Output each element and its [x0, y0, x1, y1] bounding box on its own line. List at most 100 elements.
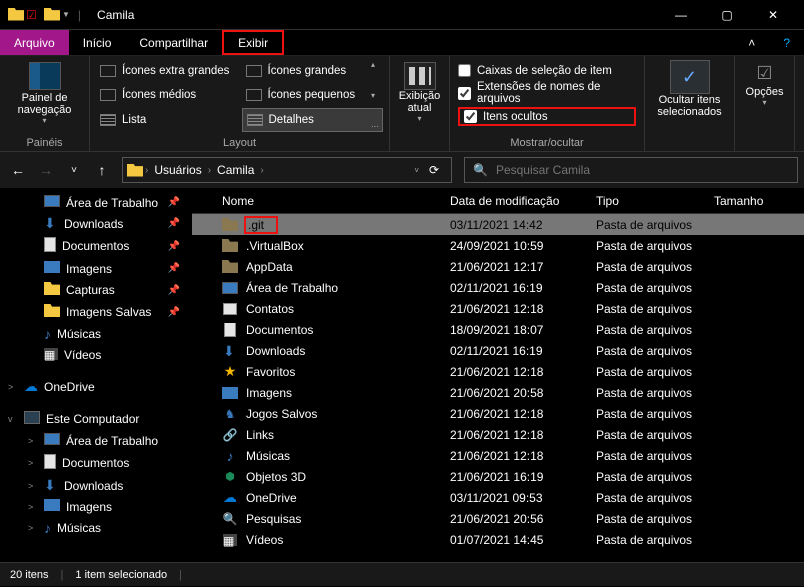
chevron-right-icon[interactable]: ›: [208, 165, 211, 176]
expand-icon[interactable]: >: [28, 481, 33, 491]
tree-item[interactable]: Capturas📌: [0, 279, 192, 301]
layout-option[interactable]: Ícones pequenos: [242, 84, 384, 106]
options-icon: ☑: [751, 60, 779, 86]
tree-icon: [44, 499, 60, 514]
tree-item[interactable]: Área de Trabalho📌: [0, 192, 192, 213]
minimize-button[interactable]: —: [658, 0, 704, 30]
file-row[interactable]: Área de Trabalho02/11/2021 16:19Pasta de…: [192, 277, 804, 298]
tree-item[interactable]: >⬇Downloads: [0, 475, 192, 496]
tree-item[interactable]: >☁OneDrive: [0, 375, 192, 398]
file-icon: [222, 239, 238, 253]
file-name: OneDrive: [246, 491, 297, 505]
chevron-down-icon[interactable]: ▾: [762, 98, 766, 107]
refresh-button[interactable]: ⟳: [421, 163, 447, 177]
tree-label: Imagens: [66, 262, 112, 276]
tree-label: Músicas: [57, 327, 101, 341]
tree-item[interactable]: ▦Vídeos: [0, 345, 192, 365]
column-header-type[interactable]: Tipo: [590, 194, 708, 208]
file-icon: 🔗: [222, 428, 238, 442]
file-row[interactable]: ♞Jogos Salvos21/06/2021 12:18Pasta de ar…: [192, 403, 804, 424]
history-dropdown[interactable]: ˅: [62, 158, 86, 182]
back-button[interactable]: ←: [6, 158, 30, 182]
expand-icon[interactable]: >: [28, 436, 33, 446]
file-row[interactable]: 🔗Links21/06/2021 12:18Pasta de arquivos: [192, 424, 804, 445]
layout-option[interactable]: Ícones extra grandes: [96, 60, 238, 82]
search-input[interactable]: [496, 163, 789, 177]
tree-item[interactable]: Imagens📌: [0, 258, 192, 279]
chevron-right-icon[interactable]: ›: [260, 165, 263, 176]
expand-icon[interactable]: >: [28, 502, 33, 512]
hide-selected-button[interactable]: Ocultar itens selecionados: [653, 94, 726, 118]
search-box[interactable]: 🔍: [464, 157, 798, 183]
breadcrumb[interactable]: › Usuários › Camila › ˅ ⟳: [122, 157, 452, 183]
tree-item[interactable]: ⬇Downloads📌: [0, 213, 192, 234]
checkbox-label: Caixas de seleção de item: [477, 65, 612, 77]
tree-label: Imagens Salvas: [66, 305, 151, 319]
layout-option[interactable]: Lista: [96, 108, 238, 132]
expand-icon[interactable]: >: [28, 523, 33, 533]
column-header-size[interactable]: Tamanho: [708, 194, 788, 208]
file-row[interactable]: ☁OneDrive03/11/2021 09:53Pasta de arquiv…: [192, 487, 804, 508]
file-row[interactable]: 🔍Pesquisas21/06/2021 20:56Pasta de arqui…: [192, 508, 804, 529]
file-row[interactable]: ★Favoritos21/06/2021 12:18Pasta de arqui…: [192, 361, 804, 382]
search-icon: 🔍: [473, 163, 488, 177]
file-row[interactable]: ⬢Objetos 3D21/06/2021 16:19Pasta de arqu…: [192, 466, 804, 487]
expand-icon[interactable]: v: [8, 414, 13, 424]
file-row[interactable]: .git03/11/2021 14:42Pasta de arquivos: [192, 214, 804, 235]
checkbox-hidden-items[interactable]: Itens ocultos: [458, 107, 636, 126]
forward-button[interactable]: →: [34, 158, 58, 182]
current-view-button[interactable]: Exibição atual: [398, 90, 441, 114]
layout-scroll[interactable]: ▴▾⋯: [371, 60, 385, 131]
close-button[interactable]: ✕: [750, 0, 796, 30]
breadcrumb-segment[interactable]: Usuários: [150, 163, 205, 177]
tab-exibir[interactable]: Exibir: [222, 30, 284, 55]
chevron-down-icon[interactable]: ▾: [42, 116, 46, 125]
checkbox-file-extensions[interactable]: Extensões de nomes de arquivos: [458, 79, 636, 107]
checkbox-item-checkboxes[interactable]: Caixas de seleção de item: [458, 62, 636, 79]
tab-inicio[interactable]: Início: [69, 30, 126, 55]
expand-icon[interactable]: >: [8, 382, 13, 392]
expand-icon[interactable]: >: [28, 458, 33, 468]
file-date: 02/11/2021 16:19: [444, 281, 590, 295]
file-name: AppData: [246, 260, 293, 274]
tree-item[interactable]: ♪Músicas: [0, 323, 192, 345]
column-header-name[interactable]: Nome: [216, 194, 444, 208]
tree-item[interactable]: >Documentos: [0, 451, 192, 475]
tree-item[interactable]: vEste Computador: [0, 408, 192, 430]
layout-option[interactable]: Ícones grandes: [242, 60, 384, 82]
file-icon: ☁: [222, 491, 238, 505]
tree-item[interactable]: Imagens Salvas📌: [0, 301, 192, 323]
file-row[interactable]: .VirtualBox24/09/2021 10:59Pasta de arqu…: [192, 235, 804, 256]
options-button[interactable]: Opções: [746, 86, 784, 98]
help-button[interactable]: ?: [769, 36, 804, 50]
column-header-date[interactable]: Data de modificação: [444, 194, 590, 208]
tree-item[interactable]: >Imagens: [0, 496, 192, 517]
file-row[interactable]: ⬇Downloads02/11/2021 16:19Pasta de arqui…: [192, 340, 804, 361]
chevron-right-icon[interactable]: ›: [145, 165, 148, 176]
file-row[interactable]: Contatos21/06/2021 12:18Pasta de arquivo…: [192, 298, 804, 319]
qat-dropdown-icon[interactable]: ▼: [62, 10, 70, 19]
file-row[interactable]: ▦Vídeos01/07/2021 14:45Pasta de arquivos: [192, 529, 804, 550]
layout-option[interactable]: Detalhes: [242, 108, 384, 132]
properties-icon[interactable]: ☑: [26, 8, 40, 22]
breadcrumb-segment[interactable]: Camila: [213, 163, 258, 177]
tab-compartilhar[interactable]: Compartilhar: [125, 30, 222, 55]
breadcrumb-dropdown[interactable]: ˅: [414, 166, 419, 175]
layout-option[interactable]: Ícones médios: [96, 84, 238, 106]
tree-item[interactable]: >Área de Trabalho: [0, 430, 192, 451]
tab-arquivo[interactable]: Arquivo: [0, 30, 69, 55]
file-row[interactable]: Imagens21/06/2021 20:58Pasta de arquivos: [192, 382, 804, 403]
navigation-tree[interactable]: Área de Trabalho📌⬇Downloads📌Documentos📌I…: [0, 188, 192, 562]
file-row[interactable]: AppData21/06/2021 12:17Pasta de arquivos: [192, 256, 804, 277]
tree-item[interactable]: Documentos📌: [0, 234, 192, 258]
up-button[interactable]: ↑: [90, 158, 114, 182]
file-icon: ★: [222, 365, 238, 379]
tree-icon: [44, 433, 60, 448]
collapse-ribbon-button[interactable]: ˄: [734, 36, 769, 50]
navigation-pane-button[interactable]: Painel de navegação: [8, 92, 81, 116]
file-row[interactable]: Documentos18/09/2021 18:07Pasta de arqui…: [192, 319, 804, 340]
file-name: Imagens: [246, 386, 292, 400]
maximize-button[interactable]: ▢: [704, 0, 750, 30]
file-row[interactable]: ♪Músicas21/06/2021 12:18Pasta de arquivo…: [192, 445, 804, 466]
tree-item[interactable]: >♪Músicas: [0, 517, 192, 539]
